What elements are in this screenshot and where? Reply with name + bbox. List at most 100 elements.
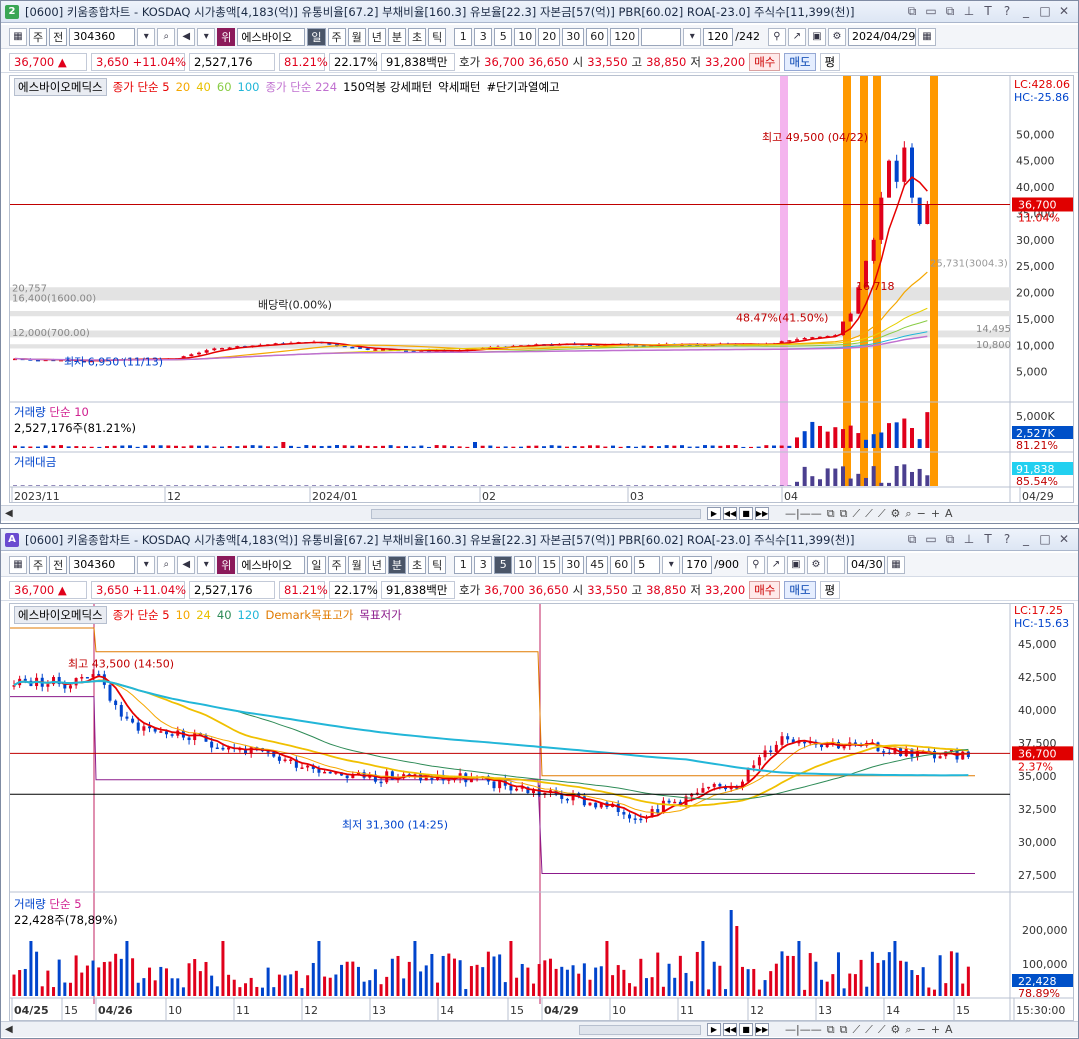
minus-icon[interactable]: −	[917, 507, 926, 521]
scroll-track[interactable]	[371, 509, 701, 519]
text-icon[interactable]: A	[945, 507, 953, 521]
dropdown-icon[interactable]: ▾	[683, 27, 702, 46]
legend-signal2[interactable]: 약세패턴	[438, 79, 480, 95]
stock-code-input[interactable]: 304360	[69, 27, 136, 46]
count-input[interactable]: 170	[682, 555, 713, 574]
period-week[interactable]: 주	[327, 555, 346, 574]
period-minute[interactable]: 분	[387, 555, 406, 574]
legend-demark-high[interactable]: Demark목표고가	[265, 607, 353, 623]
trend-tool-icon[interactable]: ⟋	[878, 1023, 886, 1037]
calendar-icon[interactable]: ▦	[917, 27, 936, 46]
interval-button[interactable]: 3	[474, 27, 493, 46]
interval-button[interactable]: 15	[538, 555, 561, 574]
indicator-icon[interactable]: ⚲	[767, 27, 786, 46]
copy-icon[interactable]: ⧉	[840, 1023, 848, 1037]
period-second[interactable]: 초	[408, 27, 427, 46]
plus-icon[interactable]: +	[931, 507, 940, 521]
interval-button[interactable]: 20	[538, 27, 561, 46]
copy-icon[interactable]: ⧉	[906, 4, 918, 19]
minimize-icon[interactable]: ▭	[925, 532, 937, 547]
volume-legend-ma[interactable]: 단순 5	[49, 897, 81, 911]
search-icon[interactable]: ⌕	[157, 555, 176, 574]
legend-signal3[interactable]: #단기과열예고	[486, 79, 559, 95]
date-input[interactable]: 2024/04/29	[847, 27, 916, 46]
scroll-first-icon[interactable]: ◀◀	[723, 507, 737, 520]
interval-button[interactable]: 45	[586, 555, 609, 574]
amount-legend-name[interactable]: 거래대금	[14, 455, 56, 469]
chart-scrollbar[interactable]: ◀ ▶ ◀◀ ■ ▶▶ —|—— ⧉ ⧉ ⟋ ⟋ ⟋ ⚙ ⌕ − + A	[1, 505, 1078, 521]
indicator-icon[interactable]: ⚲	[746, 555, 765, 574]
stock-code-input[interactable]: 304360	[69, 555, 136, 574]
help-icon[interactable]: ?	[1001, 4, 1013, 19]
grid-icon[interactable]: ▦	[9, 555, 27, 574]
grid-icon[interactable]: ▦	[9, 27, 27, 46]
pin-icon[interactable]: ⊥	[963, 4, 975, 19]
period-tick[interactable]: 틱	[428, 555, 447, 574]
help-icon[interactable]: ?	[1001, 532, 1013, 547]
dropdown-icon[interactable]: ▾	[662, 555, 681, 574]
close-icon[interactable]: ✕	[1058, 4, 1070, 19]
interval-button[interactable]: 120	[610, 27, 640, 46]
min-icon[interactable]: _	[1020, 532, 1032, 547]
chart-scrollbar[interactable]: ◀ ▶ ◀◀ ■ ▶▶ —|—— ⧉ ⧉ ⟋ ⟋ ⟋ ⚙ ⌕ − + A	[1, 1021, 1078, 1037]
period-year[interactable]: 년	[367, 555, 386, 574]
dropdown-icon[interactable]: ▾	[197, 27, 216, 46]
legend-ma100[interactable]: 100	[238, 80, 260, 94]
max-icon[interactable]: □	[1039, 532, 1051, 547]
legend-ma24[interactable]: 24	[196, 608, 211, 622]
layout-icon[interactable]: ⧉	[827, 1023, 835, 1037]
average-button[interactable]: 평	[819, 580, 841, 599]
gear-icon[interactable]: ⚙	[806, 555, 825, 574]
legend-stock-name[interactable]: 에스바이오메딕스	[14, 606, 107, 624]
period-tick[interactable]: 틱	[428, 27, 447, 46]
interval-select[interactable]: 5	[634, 555, 661, 574]
trend-tool-icon[interactable]: ⟋	[852, 507, 860, 521]
date-input[interactable]: 04/30	[846, 555, 885, 574]
settings-icon[interactable]: ⚙	[891, 1023, 901, 1037]
scroll-last-icon[interactable]: ▶▶	[755, 1023, 769, 1036]
stop-icon[interactable]: ■	[739, 1023, 753, 1036]
volume-legend-name[interactable]: 거래량	[14, 897, 46, 911]
interval-button[interactable]: 10	[514, 27, 537, 46]
close-icon[interactable]: ✕	[1058, 532, 1070, 547]
legend-stock-name[interactable]: 에스바이오메딕스	[14, 78, 107, 96]
dropdown-icon[interactable]: ▾	[137, 555, 156, 574]
prev-button[interactable]: 전	[49, 27, 68, 46]
layout-icon[interactable]: ⧉	[827, 507, 835, 521]
sell-button[interactable]: 매도	[784, 580, 816, 599]
period-week[interactable]: 주	[327, 27, 346, 46]
title-bar[interactable]: A [0600] 키움종합차트 - KOSDAQ 시가총액[4,183(억)] …	[1, 529, 1078, 551]
scroll-track[interactable]	[579, 1025, 701, 1035]
interval-button[interactable]: 10	[514, 555, 537, 574]
minute-chart-canvas[interactable]: 45,00042,50040,00037,50035,00032,50030,0…	[10, 604, 1074, 1021]
scroll-right-icon[interactable]: ▶	[707, 1023, 721, 1036]
minute-chart[interactable]: 45,000 42,500 40,000 37,500 35,000 32,500 30,0…	[9, 603, 1074, 1021]
period-month[interactable]: 월	[347, 555, 366, 574]
legend-ma10[interactable]: 10	[176, 608, 191, 622]
zoom-icon[interactable]: ⌕	[905, 1023, 911, 1037]
interval-select[interactable]	[641, 27, 682, 46]
max-icon[interactable]: □	[1039, 4, 1051, 19]
scroll-first-icon[interactable]: ◀◀	[723, 1023, 737, 1036]
copy-icon[interactable]: ⧉	[840, 507, 848, 521]
period-month[interactable]: 월	[347, 27, 366, 46]
search-icon[interactable]: ⌕	[157, 27, 176, 46]
legend-ma60[interactable]: 60	[217, 80, 232, 94]
restore-icon[interactable]: ⧉	[944, 4, 956, 19]
font-icon[interactable]: T	[982, 4, 994, 19]
trend-icon[interactable]: ↗	[766, 555, 785, 574]
interval-button[interactable]: 1	[454, 27, 473, 46]
dropdown-icon[interactable]: ▾	[137, 27, 156, 46]
restore-icon[interactable]: ⧉	[944, 532, 956, 547]
plus-icon[interactable]: +	[931, 1023, 940, 1037]
period-year[interactable]: 년	[367, 27, 386, 46]
speaker-icon[interactable]: ◀	[177, 555, 196, 574]
average-button[interactable]: 평	[819, 52, 841, 71]
prev-button[interactable]: 전	[49, 555, 68, 574]
period-minute[interactable]: 분	[387, 27, 406, 46]
interval-button[interactable]: 30	[562, 555, 585, 574]
interval-button[interactable]: 60	[586, 27, 609, 46]
trend-tool-icon[interactable]: ⟋	[865, 1023, 873, 1037]
interval-button[interactable]: 3	[474, 555, 493, 574]
save-icon[interactable]: ▣	[786, 555, 805, 574]
